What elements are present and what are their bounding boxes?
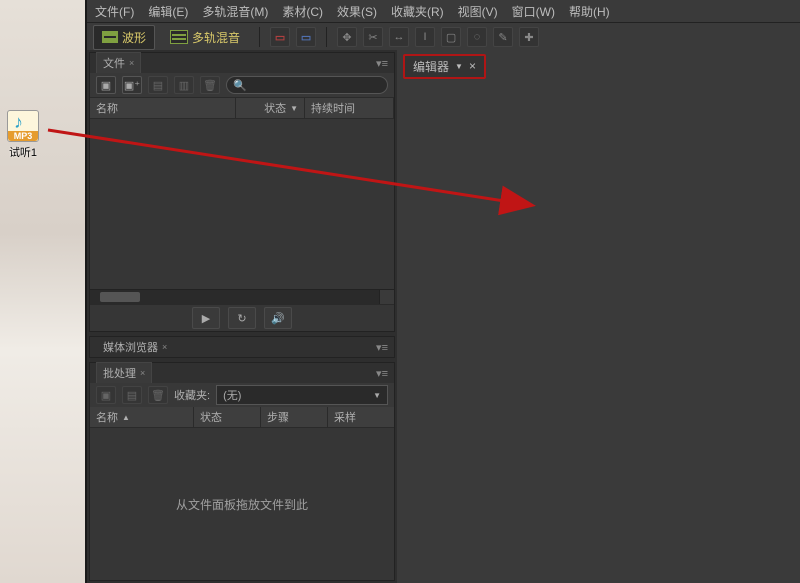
col-status[interactable]: 状态 ▼ xyxy=(236,98,305,118)
marquee-tool[interactable]: ▢ xyxy=(441,27,461,47)
bcol-status[interactable]: 状态 xyxy=(194,407,261,427)
files-panel-tabbar: 文件 × ▾≡ xyxy=(90,53,394,73)
scrollbar-thumb[interactable] xyxy=(100,292,140,302)
move-tool[interactable]: ✥ xyxy=(337,27,357,47)
slip-tool[interactable]: ↔ xyxy=(389,27,409,47)
bcol-name[interactable]: 名称 ▲ xyxy=(90,407,194,427)
favorites-dropdown[interactable]: (无) ▼ xyxy=(216,385,388,405)
cut-tool[interactable]: ✂ xyxy=(363,27,383,47)
open-file-button[interactable]: ▣ xyxy=(96,76,116,94)
trash-button[interactable]: 🗑 xyxy=(200,76,220,94)
files-panel: 文件 × ▾≡ ▣ ▣⁺ ▤ ▥ 🗑 🔍 名称 xyxy=(89,52,395,332)
desktop-region: ♪ MP3 试听1 xyxy=(0,0,85,583)
menu-multitrack[interactable]: 多轨混音(M) xyxy=(202,3,268,20)
menu-window[interactable]: 窗口(W) xyxy=(512,3,555,20)
waveform-icon xyxy=(102,31,118,43)
menu-edit[interactable]: 编辑(E) xyxy=(148,3,188,20)
menu-clip[interactable]: 素材(C) xyxy=(282,3,323,20)
menu-favorites[interactable]: 收藏夹(R) xyxy=(391,3,444,20)
app-window: 文件(F) 编辑(E) 多轨混音(M) 素材(C) 效果(S) 收藏夹(R) 视… xyxy=(85,0,800,583)
batch-clear-button[interactable]: 🗑 xyxy=(148,386,168,404)
media-panel-tabbar: 媒体浏览器 × ▾≡ xyxy=(90,337,394,357)
files-tab[interactable]: 文件 × xyxy=(96,52,141,74)
batch-add-folder-button[interactable]: ▣ xyxy=(96,386,116,404)
editor-tabbar: 编辑器 ▼ × xyxy=(397,50,800,82)
close-icon[interactable]: × xyxy=(140,368,145,378)
menu-effects[interactable]: 效果(S) xyxy=(337,3,377,20)
menu-view[interactable]: 视图(V) xyxy=(458,3,498,20)
batch-table-header: 名称 ▲ 状态 步骤 采样 xyxy=(90,407,394,428)
favorites-label: 收藏夹: xyxy=(174,387,210,403)
heal-tool[interactable]: ✚ xyxy=(519,27,539,47)
close-icon[interactable]: × xyxy=(469,59,476,73)
files-hscrollbar[interactable] xyxy=(90,289,394,304)
files-list[interactable] xyxy=(90,119,394,289)
close-file-button[interactable]: ▥ xyxy=(174,76,194,94)
toolbar-separator xyxy=(259,27,260,47)
loop-button[interactable]: ↻ xyxy=(228,307,256,329)
spectral-pitch-button[interactable]: ▭ xyxy=(296,27,316,47)
scrollbar-right-button[interactable] xyxy=(379,290,394,304)
close-icon[interactable]: × xyxy=(162,342,167,352)
toolbar-separator xyxy=(326,27,327,47)
multitrack-icon xyxy=(170,30,188,44)
col-name[interactable]: 名称 xyxy=(90,98,236,118)
mp3-file-icon: ♪ MP3 xyxy=(7,110,39,142)
bcol-sample[interactable]: 采样 xyxy=(328,407,394,427)
files-tab-label: 文件 xyxy=(103,55,125,71)
files-preview-row: ▶ ↻ 🔊 xyxy=(90,304,394,331)
close-icon[interactable]: × xyxy=(129,58,134,68)
chevron-down-icon: ▼ xyxy=(455,62,463,71)
media-browser-tab[interactable]: 媒体浏览器 × xyxy=(96,336,174,358)
chevron-down-icon: ▼ xyxy=(373,391,381,400)
spectral-freq-button[interactable]: ▭ xyxy=(270,27,290,47)
search-icon: 🔍 xyxy=(233,79,247,92)
time-select-tool[interactable]: I xyxy=(415,27,435,47)
multitrack-mode-button[interactable]: 多轨混音 xyxy=(161,25,249,50)
main-toolbar: 波形 多轨混音 ▭ ▭ ✥ ✂ ↔ I ▢ ◌ ✎ ✚ xyxy=(87,23,800,52)
editor-tab-label: 编辑器 xyxy=(413,58,449,75)
music-note-icon: ♪ xyxy=(14,113,23,131)
batch-empty-message: 从文件面板拖放文件到此 xyxy=(90,428,394,580)
search-input[interactable]: 🔍 xyxy=(226,76,388,94)
batch-tab[interactable]: 批处理 × xyxy=(96,362,152,384)
file-ext-badge: MP3 xyxy=(8,131,38,141)
app-body: 文件 × ▾≡ ▣ ▣⁺ ▤ ▥ 🗑 🔍 名称 xyxy=(87,50,800,583)
panel-menu-icon[interactable]: ▾≡ xyxy=(376,341,388,354)
batch-panel: 批处理 × ▾≡ ▣ ▤ 🗑 收藏夹: (无) ▼ xyxy=(89,362,395,581)
favorites-value: (无) xyxy=(223,387,241,403)
batch-favorites-row: ▣ ▤ 🗑 收藏夹: (无) ▼ xyxy=(90,383,394,407)
panel-menu-icon[interactable]: ▾≡ xyxy=(376,57,388,70)
desktop-file-mp3[interactable]: ♪ MP3 试听1 xyxy=(4,110,42,160)
menu-bar: 文件(F) 编辑(E) 多轨混音(M) 素材(C) 效果(S) 收藏夹(R) 视… xyxy=(87,0,800,23)
menu-help[interactable]: 帮助(H) xyxy=(569,3,610,20)
brush-tool[interactable]: ✎ xyxy=(493,27,513,47)
left-panels-column: 文件 × ▾≡ ▣ ▣⁺ ▤ ▥ 🗑 🔍 名称 xyxy=(87,50,397,583)
editor-tab[interactable]: 编辑器 ▼ × xyxy=(403,54,486,79)
col-duration[interactable]: 持续时间 xyxy=(305,98,394,118)
editor-drop-area[interactable] xyxy=(397,82,800,583)
files-table-header: 名称 状态 ▼ 持续时间 xyxy=(90,98,394,119)
panel-menu-icon[interactable]: ▾≡ xyxy=(376,367,388,380)
batch-remove-button[interactable]: ▤ xyxy=(122,386,142,404)
play-button[interactable]: ▶ xyxy=(192,307,220,329)
batch-panel-tabbar: 批处理 × ▾≡ xyxy=(90,363,394,383)
desktop-file-label: 试听1 xyxy=(4,144,42,160)
new-file-button[interactable]: ▤ xyxy=(148,76,168,94)
multitrack-label: 多轨混音 xyxy=(192,29,240,46)
editor-column: 编辑器 ▼ × xyxy=(397,50,800,583)
autoplay-button[interactable]: 🔊 xyxy=(264,307,292,329)
lasso-tool[interactable]: ◌ xyxy=(467,27,487,47)
waveform-label: 波形 xyxy=(122,29,146,46)
files-toolbar: ▣ ▣⁺ ▤ ▥ 🗑 🔍 xyxy=(90,73,394,98)
menu-file[interactable]: 文件(F) xyxy=(95,3,134,20)
sort-icon: ▼ xyxy=(290,104,298,113)
media-browser-panel: 媒体浏览器 × ▾≡ xyxy=(89,336,395,358)
waveform-mode-button[interactable]: 波形 xyxy=(93,25,155,50)
media-tab-label: 媒体浏览器 xyxy=(103,339,158,355)
sort-icon: ▲ xyxy=(122,413,130,422)
bcol-steps[interactable]: 步骤 xyxy=(261,407,328,427)
batch-tab-label: 批处理 xyxy=(103,365,136,381)
import-file-button[interactable]: ▣⁺ xyxy=(122,76,142,94)
